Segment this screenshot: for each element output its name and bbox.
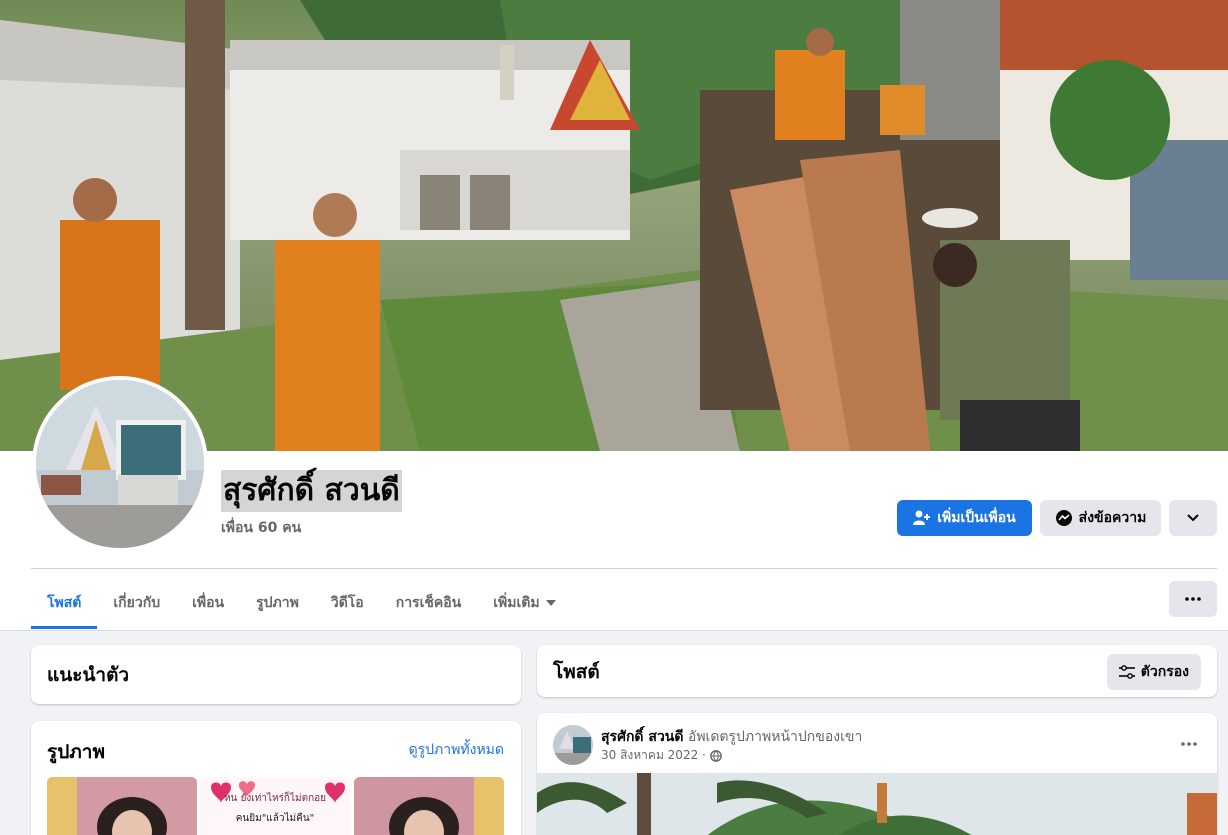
post-author-line: สุรศักดิ์ สวนดี อัพเดตรูปภาพหน้าปกของเขา bbox=[601, 726, 862, 748]
tab-friends[interactable]: เพื่อน bbox=[176, 577, 240, 629]
tab-about[interactable]: เกี่ยวกับ bbox=[97, 577, 176, 629]
add-friend-label: เพิ่มเป็นเพื่อน bbox=[937, 510, 1016, 526]
post-author-name[interactable]: สุรศักดิ์ สวนดี bbox=[601, 729, 683, 745]
more-options-button[interactable] bbox=[1169, 581, 1217, 617]
tab-label: เกี่ยวกับ bbox=[113, 595, 161, 611]
photo-image bbox=[47, 777, 197, 835]
post-options-button[interactable] bbox=[1181, 731, 1197, 750]
photo-thumb[interactable] bbox=[354, 777, 504, 835]
tab-label: โพสต์ bbox=[47, 595, 82, 611]
message-label: ส่งข้อความ bbox=[1078, 510, 1147, 526]
profile-avatar[interactable] bbox=[32, 376, 208, 552]
post-photo bbox=[537, 773, 1217, 835]
messenger-icon bbox=[1055, 510, 1072, 526]
photo-image bbox=[354, 777, 504, 835]
tab-more[interactable]: เพิ่มเติม bbox=[477, 577, 571, 629]
post-image[interactable] bbox=[537, 773, 1217, 835]
photo-text-line: คนยิม"แล้วไม่คืน" bbox=[235, 813, 315, 824]
tab-photos[interactable]: รูปภาพ bbox=[240, 577, 315, 629]
add-friend-button[interactable]: เพิ่มเป็นเพื่อน bbox=[897, 500, 1032, 536]
photo-thumb[interactable] bbox=[47, 777, 197, 835]
filter-button[interactable]: ตัวกรอง bbox=[1106, 654, 1201, 690]
ellipsis-icon bbox=[1181, 742, 1197, 746]
profile-tabs: โพสต์ เกี่ยวกับ เพื่อน รูปภาพ วิดีโอ การ… bbox=[31, 577, 572, 629]
intro-title: แนะนำตัว bbox=[47, 664, 130, 686]
avatar-image bbox=[553, 725, 593, 765]
ellipsis-icon bbox=[1185, 597, 1201, 601]
tab-label: รูปภาพ bbox=[256, 595, 299, 611]
post-author-avatar[interactable] bbox=[553, 725, 593, 765]
post-card: สุรศักดิ์ สวนดี อัพเดตรูปภาพหน้าปกของเขา… bbox=[537, 713, 1217, 835]
photos-title: รูปภาพ bbox=[47, 741, 105, 763]
tab-label: เพื่อน bbox=[192, 595, 225, 611]
profile-name: สุรศักดิ์ สวนดี bbox=[221, 470, 402, 512]
cover-illustration bbox=[0, 0, 1228, 451]
posts-title: โพสต์ bbox=[553, 661, 600, 683]
photo-thumb[interactable]: หน ยังเท่าไหร่ก็ไม่ตกอย คนยิม"แล้วไม่คืน… bbox=[199, 777, 351, 835]
tab-label: วิดีโอ bbox=[330, 595, 364, 611]
profile-dropdown-button[interactable] bbox=[1169, 500, 1217, 536]
avatar-image bbox=[36, 380, 204, 548]
friend-count[interactable]: เพื่อน 60 คน bbox=[221, 517, 301, 539]
photos-card: รูปภาพ ดูรูปภาพทั้งหมด หน ยังเท่าไหร่ก็ไ… bbox=[31, 721, 521, 835]
tab-videos[interactable]: วิดีโอ bbox=[315, 577, 380, 629]
add-friend-icon bbox=[913, 510, 931, 525]
tab-checkins[interactable]: การเช็คอิน bbox=[380, 577, 478, 629]
chevron-down-icon bbox=[1187, 514, 1199, 522]
header-divider bbox=[31, 568, 1217, 569]
caret-down-icon bbox=[545, 600, 556, 606]
filter-label: ตัวกรอง bbox=[1140, 664, 1189, 680]
message-button[interactable]: ส่งข้อความ bbox=[1040, 500, 1161, 536]
post-action: อัพเดตรูปภาพหน้าปกของเขา bbox=[687, 729, 863, 745]
posts-header-card: โพสต์ ตัวกรอง bbox=[537, 645, 1217, 697]
globe-icon bbox=[709, 749, 722, 762]
photo-text-line: หน ยังเท่าไหร่ก็ไม่ตกอย bbox=[223, 793, 327, 804]
tab-label: การเช็คอิน bbox=[395, 595, 462, 611]
intro-card: แนะนำตัว bbox=[31, 645, 521, 704]
cover-photo[interactable] bbox=[0, 0, 1228, 451]
post-date[interactable]: 30 สิงหาคม 2022 · bbox=[601, 746, 706, 765]
filter-icon bbox=[1118, 665, 1135, 679]
see-all-photos-link[interactable]: ดูรูปภาพทั้งหมด bbox=[409, 739, 504, 761]
tab-posts[interactable]: โพสต์ bbox=[31, 577, 98, 629]
post-meta: 30 สิงหาคม 2022 · bbox=[601, 746, 722, 765]
tab-label: เพิ่มเติม bbox=[493, 595, 540, 611]
